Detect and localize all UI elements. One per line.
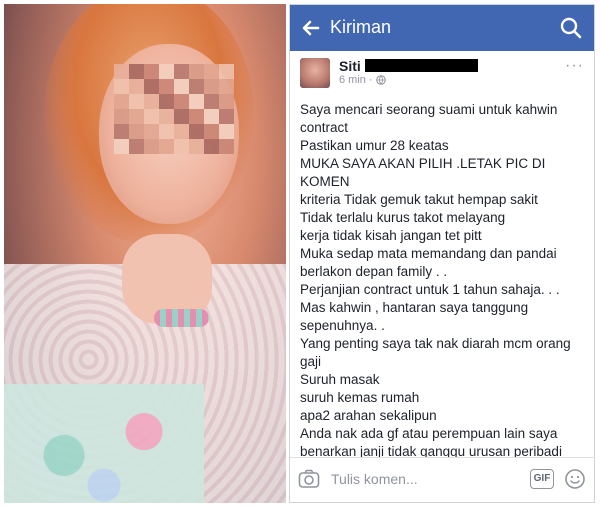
pixel-block [174, 139, 189, 154]
redacted-surname [365, 59, 478, 72]
post-line: Mas kahwin , hantaran saya tanggung [300, 300, 529, 315]
comment-composer: Tulis komen... GIF [290, 457, 594, 502]
pixel-block [144, 79, 159, 94]
pixel-block [114, 64, 129, 79]
pixel-block [129, 94, 144, 109]
pixel-block [129, 79, 144, 94]
pixel-block [144, 94, 159, 109]
pixel-block [189, 94, 204, 109]
pixel-block [219, 139, 234, 154]
author-name[interactable]: Siti [339, 58, 361, 74]
pixel-block [144, 124, 159, 139]
profile-photo [4, 4, 286, 503]
pixel-block [204, 109, 219, 124]
pixel-block [159, 124, 174, 139]
post-line: Saya mencari seorang suami untuk kahwin [300, 102, 558, 117]
pixel-block [204, 124, 219, 139]
pixel-block [219, 64, 234, 79]
photo-wristband [154, 309, 209, 327]
pixel-block [219, 109, 234, 124]
globe-icon [375, 75, 386, 85]
post-line: contract [300, 120, 349, 135]
post-line: Yang penting saya tak nak diarah mcm ora… [300, 336, 571, 351]
pixel-block [219, 79, 234, 94]
pixel-block [204, 79, 219, 94]
post-line: apa2 arahan sekalipun [300, 408, 437, 423]
pixel-block [189, 139, 204, 154]
comment-input[interactable]: Tulis komen... [331, 471, 418, 487]
pixel-block [174, 79, 189, 94]
pixel-block [174, 64, 189, 79]
post-line: berlakon depan family . . [300, 264, 448, 279]
post-line: Tidak terlalu kurus takot melayang [300, 210, 506, 225]
gif-button[interactable]: GIF [530, 469, 554, 489]
post-line: Pastikan umur 28 keatas [300, 138, 449, 153]
pixel-block [159, 109, 174, 124]
post-line: KOMEN [300, 174, 350, 189]
post-line: Anda nak ada gf atau perempuan lain saya [300, 426, 558, 441]
pixel-block [204, 64, 219, 79]
pixel-block [159, 79, 174, 94]
arrow-left-icon[interactable] [298, 15, 324, 41]
pixel-block [189, 64, 204, 79]
pixel-block [114, 124, 129, 139]
pixel-block [129, 139, 144, 154]
pixel-block [159, 94, 174, 109]
post-text: Saya mencari seorang suami untuk kahwin c… [300, 101, 590, 479]
post-line: MUKA SAYA AKAN PILIH .LETAK PIC DI [300, 156, 546, 171]
post-line: kriteria Tidak gemuk takut hempap sakit [300, 192, 538, 207]
post-line: gaji [300, 354, 322, 369]
post-line: Muka sedap mata memandang dan pandai [300, 246, 557, 261]
post-line: Suruh masak [300, 372, 380, 387]
pixel-block [204, 139, 219, 154]
pixel-block [189, 79, 204, 94]
pixel-block [174, 94, 189, 109]
pixel-block [219, 124, 234, 139]
meta-separator: · [368, 74, 373, 86]
page-title: Kiriman [330, 17, 392, 37]
pixel-block [189, 124, 204, 139]
pixel-block [129, 64, 144, 79]
photo-flowers [4, 384, 204, 503]
pixel-block [144, 139, 159, 154]
pixel-block [219, 94, 234, 109]
pixel-block [114, 109, 129, 124]
pixel-block [174, 109, 189, 124]
emoji-icon[interactable] [564, 468, 586, 490]
post-line: suruh kemas rumah [300, 390, 420, 405]
pixel-block [114, 139, 129, 154]
post-line: Perjanjian contract untuk 1 tahun sahaja… [300, 282, 560, 297]
pixel-block [129, 124, 144, 139]
post-line: sepenuhnya. . [300, 318, 385, 333]
pixel-block [114, 79, 129, 94]
more-options-icon[interactable]: ··· [565, 57, 584, 75]
pixelation-blur [114, 64, 234, 154]
app-header: Kiriman [290, 5, 594, 51]
pixel-block [144, 64, 159, 79]
facebook-post-screen: Kiriman Siti 6 min · ··· Saya mencari se… [289, 4, 595, 503]
pixel-block [159, 139, 174, 154]
pixel-block [174, 124, 189, 139]
search-icon[interactable] [558, 15, 584, 41]
pixel-block [129, 109, 144, 124]
post-meta: 6 min · [339, 74, 386, 86]
author-avatar[interactable] [300, 58, 330, 88]
camera-icon[interactable] [298, 469, 320, 489]
pixel-block [204, 94, 219, 109]
pixel-block [114, 94, 129, 109]
pixel-block [159, 64, 174, 79]
pixel-block [189, 109, 204, 124]
post-time[interactable]: 6 min [339, 74, 366, 86]
pixel-block [144, 109, 159, 124]
post-line: kerja tidak kisah jangan tet pitt [300, 228, 482, 243]
